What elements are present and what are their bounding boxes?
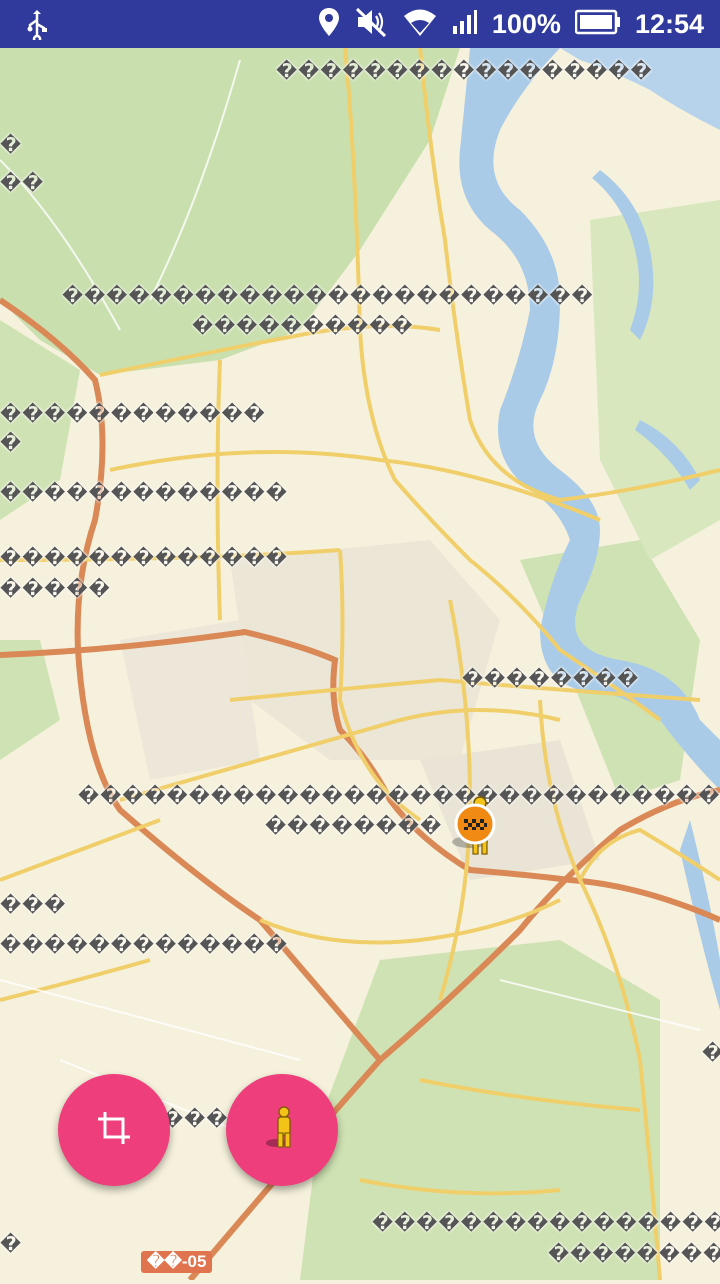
person-icon bbox=[262, 1105, 302, 1155]
map-label: � bbox=[0, 432, 23, 454]
crop-icon bbox=[94, 1108, 134, 1152]
map-label: �������� bbox=[265, 815, 443, 837]
map-label: ����� bbox=[0, 578, 111, 600]
map-label: ������������� bbox=[0, 482, 288, 504]
map-label: ��� bbox=[162, 1108, 229, 1130]
road-number-badge: ��-05 bbox=[141, 1251, 213, 1273]
pedestrian-button[interactable] bbox=[226, 1074, 338, 1186]
map-label: ��������� bbox=[548, 1243, 720, 1265]
clock: 12:54 bbox=[634, 8, 704, 39]
battery-percent: 100% bbox=[491, 8, 561, 39]
taxi-marker[interactable] bbox=[442, 790, 508, 860]
map-label: ������������� bbox=[0, 934, 288, 956]
map-label: ����������������� bbox=[276, 60, 653, 82]
battery-icon bbox=[574, 9, 621, 39]
map-label: ������������������������������ bbox=[78, 785, 720, 807]
map-label: � bbox=[0, 134, 23, 156]
map-label: ��� bbox=[0, 894, 67, 916]
map-label: ������������������������ bbox=[62, 285, 594, 307]
map-label: ���������� bbox=[192, 315, 414, 337]
map-label: � bbox=[0, 1233, 23, 1255]
map-label: � bbox=[702, 1042, 720, 1064]
location-icon bbox=[318, 7, 340, 41]
map-label: ���������������� bbox=[372, 1212, 720, 1234]
signal-icon bbox=[452, 9, 478, 39]
wifi-icon bbox=[402, 7, 438, 41]
status-bar: 100% 12:54 bbox=[0, 0, 720, 48]
map-label: �� bbox=[0, 172, 45, 194]
crop-button[interactable] bbox=[58, 1074, 170, 1186]
map-label: �������� bbox=[462, 668, 640, 690]
map-label: ������������ bbox=[0, 403, 266, 425]
mute-icon bbox=[354, 6, 388, 42]
usb-icon bbox=[24, 10, 50, 44]
map-label: ������������� bbox=[0, 547, 288, 569]
